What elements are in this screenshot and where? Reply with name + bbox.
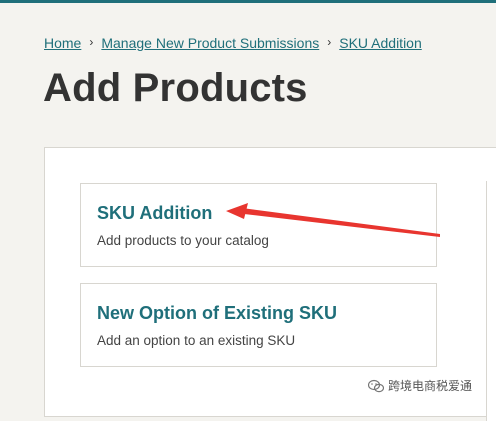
sku-addition-title[interactable]: SKU Addition (97, 203, 212, 224)
wechat-icon (368, 379, 384, 392)
page-title: Add Products (43, 66, 308, 110)
new-option-card[interactable]: New Option of Existing SKU Add an option… (80, 283, 437, 367)
adjacent-card-edge (486, 181, 496, 421)
breadcrumb-sku-addition-link[interactable]: SKU Addition (339, 35, 422, 51)
top-accent-bar (0, 0, 496, 3)
new-option-description: Add an option to an existing SKU (97, 333, 296, 348)
sku-addition-description: Add products to your catalog (97, 233, 269, 248)
watermark-text: 跨境电商税爱通 (388, 379, 473, 393)
new-option-title[interactable]: New Option of Existing SKU (97, 303, 337, 324)
breadcrumb-manage-submissions-link[interactable]: Manage New Product Submissions (101, 35, 319, 51)
sku-addition-card[interactable]: SKU Addition Add products to your catalo… (80, 183, 437, 267)
breadcrumb-home-link[interactable]: Home (44, 35, 81, 51)
chevron-right-icon: › (89, 35, 94, 49)
watermark: 跨境电商税爱通 (368, 377, 472, 394)
chevron-right-icon: › (327, 35, 332, 49)
breadcrumb: Home › Manage New Product Submissions › … (44, 35, 422, 51)
